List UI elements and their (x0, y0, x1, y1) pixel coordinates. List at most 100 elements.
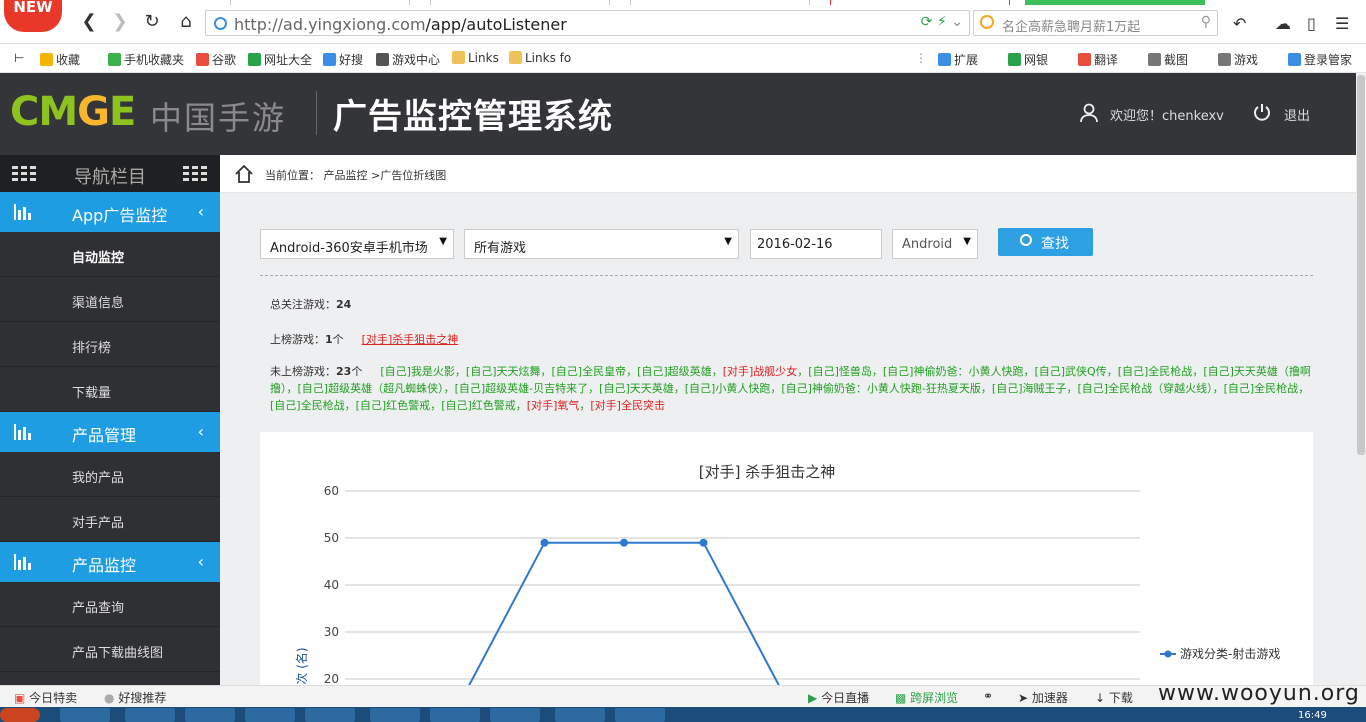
category-select[interactable]: 所有游戏 ▼ (464, 229, 739, 259)
home-icon[interactable] (234, 164, 254, 184)
reload-icon[interactable]: ↻ (141, 13, 163, 31)
status-item[interactable]: ▣ 今日特卖 (14, 689, 77, 706)
url-text[interactable]: http://ad.yingxiong.com/app/autoListener (234, 15, 567, 34)
toolbar-bank[interactable]: 网银 (1008, 51, 1048, 68)
market-select[interactable]: Android-360安卓手机市场 ▼ (260, 229, 454, 259)
status-item[interactable]: ▶ 今日直播 (808, 689, 869, 706)
unlisted-game-item[interactable]: [自己]红色警戒 (356, 399, 431, 412)
sidebar-item-rival-products[interactable]: 对手产品 (0, 497, 220, 542)
sidebar-item-channel-info[interactable]: 渠道信息 (0, 277, 220, 322)
bookmark-item[interactable]: 谷歌 (196, 51, 236, 68)
bookmark-item[interactable]: 手机收藏夹 (108, 51, 184, 68)
tab[interactable] (830, 0, 1010, 5)
tab[interactable] (630, 0, 810, 5)
unlisted-game-item[interactable]: [自己]全民枪战 (1224, 382, 1299, 395)
forward-icon[interactable]: ❯ (109, 13, 131, 31)
unlisted-game-item[interactable]: [自己]超级英雄（超凡蜘蛛侠） (298, 382, 444, 395)
unlisted-game-item[interactable]: [自己]天天英雄 (599, 382, 674, 395)
chart-legend[interactable]: 游戏分类-射击游戏 (1160, 646, 1280, 661)
taskbar-app[interactable] (555, 708, 605, 722)
sidebar-section-product-management[interactable]: 产品管理 ‹ (0, 412, 220, 452)
unlisted-game-item[interactable]: [自己]全民枪战 (270, 399, 345, 412)
taskbar-app[interactable] (430, 708, 480, 722)
sidebar-section-product-monitor[interactable]: 产品监控 ‹ (0, 542, 220, 582)
sidebar-item-ranking[interactable]: 排行榜 (0, 322, 220, 367)
grid-icon[interactable] (12, 166, 36, 182)
bookmark-item[interactable]: Links fo (509, 51, 571, 65)
unlisted-game-item[interactable]: [自己]天天炫舞 (466, 365, 541, 378)
toolbar-games[interactable]: 游戏 (1218, 51, 1258, 68)
unlisted-game-item[interactable]: [自己]神偷奶爸：小黄人快跑 (883, 365, 1024, 378)
tab-active[interactable] (1025, 0, 1205, 5)
sidebar-item-downloads[interactable]: 下载量 (0, 367, 220, 412)
speed-icon[interactable]: ⚭ (983, 689, 993, 703)
tab[interactable] (430, 0, 610, 5)
scrollbar-thumb[interactable] (1357, 75, 1365, 455)
unlisted-game-item[interactable]: [自己]红色警戒 (441, 399, 516, 412)
platform-select[interactable]: Android ▼ (892, 229, 978, 259)
bookmarks-toggle-icon[interactable]: ⊢ (14, 51, 24, 65)
status-item[interactable]: ➤ 加速器 (1018, 689, 1068, 706)
taskbar-app[interactable] (490, 708, 540, 722)
taskbar-app[interactable] (370, 708, 420, 722)
sidebar-item-download-curve[interactable]: 产品下载曲线图 (0, 627, 220, 672)
toolbar-screenshot[interactable]: 截图 (1148, 51, 1188, 68)
new-badge[interactable]: NEW (4, 0, 62, 32)
bookmark-item[interactable]: Links (452, 51, 499, 65)
data-point[interactable] (540, 538, 549, 547)
logout-link[interactable]: 退出 (1284, 105, 1310, 124)
search-input[interactable]: 名企高薪急聘月薪1万起 (1002, 16, 1140, 35)
sidebar-item-product-query[interactable]: 产品查询 (0, 582, 220, 627)
breadcrumb-level1[interactable]: 产品监控 (324, 169, 368, 182)
unlisted-game-item[interactable]: [自己]全民皇帝 (552, 365, 627, 378)
unlisted-game-item[interactable]: [对手]战舰少女 (723, 365, 798, 378)
menu-icon[interactable]: ☰ (1335, 14, 1349, 33)
taskbar-app[interactable] (125, 708, 175, 722)
unlisted-game-item[interactable]: [自己]全民枪战（穿越火线） (1078, 382, 1213, 395)
tab[interactable] (230, 0, 410, 5)
power-icon[interactable] (1253, 103, 1271, 121)
toolbar-extension[interactable]: 扩展 (938, 51, 978, 68)
bookmark-item[interactable]: 游戏中心 (376, 51, 440, 68)
grid-icon[interactable] (183, 166, 207, 182)
status-item[interactable]: ● 好搜推荐 (104, 689, 166, 706)
dropdown-icon[interactable]: ⌄ (951, 14, 963, 30)
sidebar-item-my-products[interactable]: 我的产品 (0, 452, 220, 497)
address-bar[interactable]: http://ad.yingxiong.com/app/autoListener… (205, 10, 970, 36)
unlisted-game-item[interactable]: [自己]超级英雄-贝吉特来了 (455, 382, 589, 395)
unlisted-game-item[interactable]: [自己]超级英雄 (637, 365, 712, 378)
listed-game-link[interactable]: [对手]杀手狙击之神 (362, 333, 459, 346)
toolbar-translate[interactable]: 翻译 (1078, 51, 1118, 68)
page-scrollbar[interactable] (1356, 73, 1366, 685)
undo-icon[interactable]: ↶ (1233, 14, 1246, 33)
start-button[interactable] (0, 708, 40, 722)
sidebar-section-app-ad-monitor[interactable]: App广告监控 ‹ (0, 192, 220, 232)
unlisted-game-item[interactable]: [自己]武侠Q传 (1034, 365, 1106, 378)
unlisted-game-item[interactable]: [自己]全民枪战 (1118, 365, 1193, 378)
unlisted-game-item[interactable]: [自己]怪兽岛 (808, 365, 872, 378)
taskbar-app[interactable] (245, 708, 295, 722)
cloud-icon[interactable]: ☁ (1275, 14, 1291, 33)
mobile-icon[interactable]: ▯ (1307, 14, 1316, 33)
unlisted-game-item[interactable]: [自己]神偷奶爸：小黄人快跑-狂热夏天版 (781, 382, 981, 395)
date-input[interactable]: 2016-02-16 (750, 229, 882, 259)
unlisted-game-item[interactable]: [对手]全民突击 (590, 399, 665, 412)
taskbar-app[interactable] (305, 708, 355, 722)
data-point[interactable] (699, 538, 708, 547)
sidebar-item-auto-monitor[interactable]: 自动监控 (0, 232, 220, 277)
unlisted-game-item[interactable]: [对手]氧气 (527, 399, 580, 412)
search-icon[interactable]: ⚲ (1201, 14, 1211, 30)
bookmark-item[interactable]: 网址大全 (248, 51, 312, 68)
status-item[interactable]: ↓ 下载 (1095, 689, 1133, 706)
query-button[interactable]: 查找 (998, 228, 1093, 256)
taskbar-app[interactable] (185, 708, 235, 722)
bookmark-item[interactable]: 好搜 (323, 51, 363, 68)
unlisted-game-item[interactable]: [自己]我是火影 (380, 365, 455, 378)
taskbar-app[interactable] (60, 708, 110, 722)
legend-label[interactable]: 游戏分类-射击游戏 (1180, 646, 1280, 661)
search-bar[interactable]: 名企高薪急聘月薪1万起 ⚲ (973, 10, 1218, 36)
status-item[interactable]: ▩ 跨屏浏览 (895, 689, 958, 706)
unlisted-game-item[interactable]: [自己]小黄人快跑 (685, 382, 771, 395)
unlisted-game-item[interactable]: [自己]海贼王子 (992, 382, 1067, 395)
taskbar-app[interactable] (615, 708, 665, 722)
